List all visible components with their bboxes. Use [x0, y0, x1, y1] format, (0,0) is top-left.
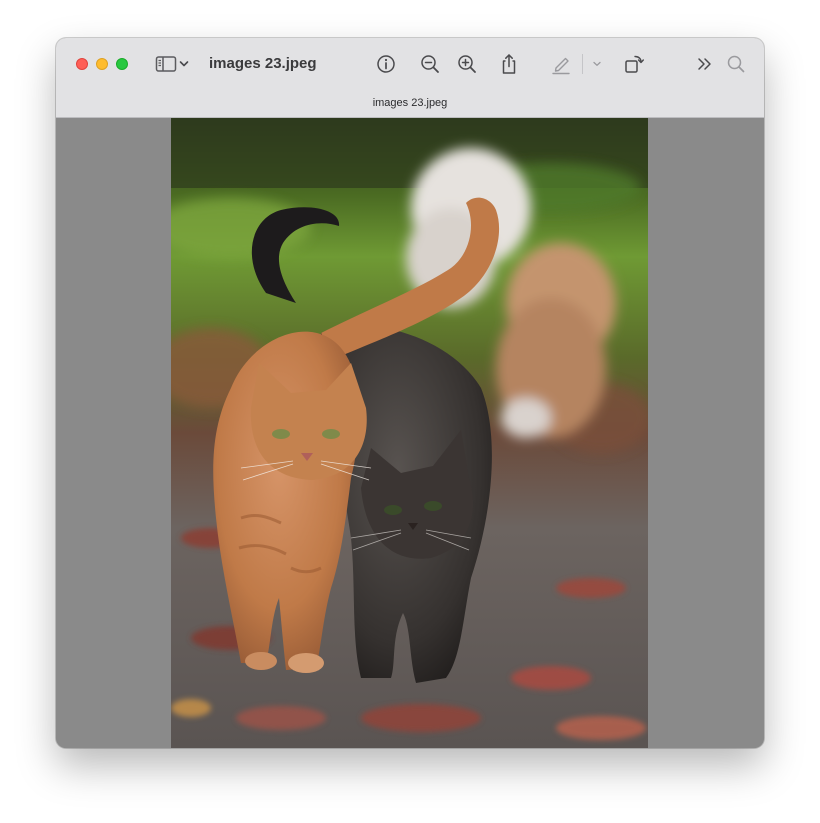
- zoom-out-icon[interactable]: [418, 52, 442, 76]
- markup-menu-chevron-icon[interactable]: [590, 52, 604, 76]
- zoom-in-icon[interactable]: [455, 52, 479, 76]
- chevron-down-icon[interactable]: [177, 52, 191, 76]
- toolbar-separator: [582, 54, 583, 74]
- image-canvas[interactable]: [56, 118, 764, 748]
- more-icon[interactable]: [693, 52, 717, 76]
- share-icon[interactable]: [497, 52, 521, 76]
- document-title: images 23.jpeg: [209, 55, 317, 72]
- document-subtitle: images 23.jpeg: [372, 97, 448, 109]
- title-bar: images 23.jpeg images 23.jpeg: [56, 38, 764, 118]
- info-icon[interactable]: [374, 52, 398, 76]
- maximize-button[interactable]: [116, 58, 128, 70]
- rotate-icon[interactable]: [622, 52, 646, 76]
- close-button[interactable]: [76, 58, 88, 70]
- preview-window: images 23.jpeg images 23.jpeg: [56, 38, 764, 748]
- search-icon[interactable]: [724, 52, 748, 76]
- cats-photo[interactable]: [171, 118, 648, 748]
- markup-pen-icon[interactable]: [549, 52, 573, 76]
- sidebar-icon[interactable]: [154, 52, 178, 76]
- minimize-button[interactable]: [96, 58, 108, 70]
